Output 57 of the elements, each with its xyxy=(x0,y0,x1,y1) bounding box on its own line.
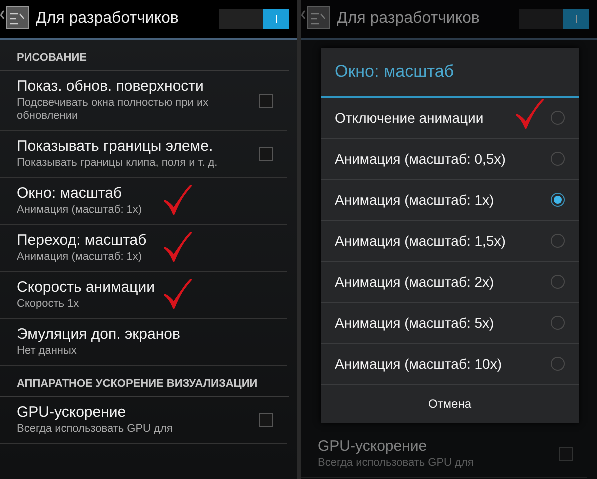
settings-app-icon[interactable] xyxy=(0,6,30,32)
toggle-switch[interactable] xyxy=(219,9,289,29)
settings-row[interactable]: Окно: масштаб Анимация (масштаб: 1x) xyxy=(0,178,287,225)
option-row[interactable]: Анимация (масштаб: 1,5x) xyxy=(321,221,579,262)
radio-button[interactable] xyxy=(551,111,565,125)
settings-row[interactable]: Переход: масштаб Анимация (масштаб: 1x) xyxy=(0,225,287,272)
radio-button[interactable] xyxy=(551,152,565,166)
settings-row[interactable]: Показывать границы элеме. Показывать границы клипа, поля и т. д. xyxy=(0,131,287,178)
setting-title: Переход: масштаб xyxy=(17,232,147,249)
radio-button[interactable] xyxy=(551,357,565,371)
checkbox[interactable] xyxy=(259,413,273,427)
option-label: Анимация (масштаб: 0,5x) xyxy=(335,151,507,167)
setting-title: Показывать границы элеме. xyxy=(17,138,214,155)
radio-button[interactable] xyxy=(551,275,565,289)
setting-title: Эмуляция доп. экранов xyxy=(17,326,180,343)
radio-button[interactable] xyxy=(551,316,565,330)
option-row[interactable]: Отключение анимации xyxy=(321,98,579,139)
setting-summary: Скорость 1x xyxy=(17,298,80,311)
settings-row[interactable]: Показ. обнов. поверхности Подсвечивать окна полностью при их обновлении xyxy=(0,71,287,131)
option-label: Анимация (масштаб: 10x) xyxy=(335,356,503,372)
settings-row[interactable]: GPU-ускорение Всегда использовать GPU для xyxy=(301,431,587,478)
settings-row[interactable]: GPU-ускорение Всегда использовать GPU для xyxy=(0,397,287,444)
checkbox[interactable] xyxy=(559,447,573,461)
setting-summary: Анимация (масштаб: 1x) xyxy=(17,204,142,217)
option-label: Анимация (масштаб: 1x) xyxy=(335,192,496,208)
option-row[interactable]: Анимация (масштаб: 1x) xyxy=(321,180,579,221)
option-row[interactable]: Анимация (масштаб: 2x) xyxy=(321,262,579,303)
option-label: Анимация (масштаб: 5x) xyxy=(335,315,496,331)
setting-title: GPU-ускорение xyxy=(318,438,428,455)
setting-summary: Всегда использовать GPU для xyxy=(17,423,173,436)
section-header: РИСОВАНИЕ xyxy=(0,40,289,71)
settings-row[interactable]: Эмуляция доп. экранов Нет данных xyxy=(0,319,287,366)
setting-title: Показ. обнов. поверхности xyxy=(17,78,204,95)
section-header: АППАРАТНОЕ УСКОРЕНИЕ ВИЗУАЛИЗАЦИИ xyxy=(0,366,289,397)
screen-title: Для разработчиков xyxy=(337,10,481,28)
toggle-switch[interactable] xyxy=(519,9,589,29)
setting-summary: Подсвечивать окна полностью при их обновлении xyxy=(17,97,210,123)
screen-title: Для разработчиков xyxy=(36,10,180,28)
option-label: Отключение анимации xyxy=(335,110,485,126)
checkbox[interactable] xyxy=(259,147,273,161)
option-label: Анимация (масштаб: 1,5x) xyxy=(335,233,507,249)
option-row[interactable]: Анимация (масштаб: 0,5x) xyxy=(321,139,579,180)
setting-summary: Показывать границы клипа, поля и т. д. xyxy=(17,157,218,170)
setting-summary: Нет данных xyxy=(17,345,77,358)
dialog-title: Окно: масштаб xyxy=(321,48,579,98)
setting-title: Окно: масштаб xyxy=(17,185,122,202)
settings-row[interactable]: Скорость анимации Скорость 1x xyxy=(0,272,287,319)
checkbox[interactable] xyxy=(259,94,273,108)
setting-title: Скорость анимации xyxy=(17,279,155,296)
option-label: Анимация (масштаб: 2x) xyxy=(335,274,496,290)
setting-summary: Всегда использовать GPU для xyxy=(318,457,474,470)
setting-summary: Анимация (масштаб: 1x) xyxy=(17,251,142,264)
setting-title: GPU-ускорение xyxy=(17,404,126,421)
option-row[interactable]: Анимация (масштаб: 5x) xyxy=(321,303,579,344)
cancel-button[interactable]: Отмена xyxy=(321,385,579,423)
radio-button[interactable] xyxy=(551,193,565,207)
radio-button[interactable] xyxy=(551,234,565,248)
